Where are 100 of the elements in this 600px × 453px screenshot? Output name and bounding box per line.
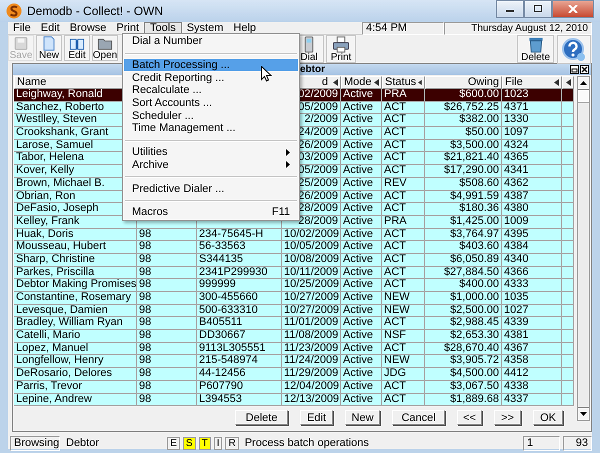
- table-cell: Active: [343, 317, 373, 328]
- table-cell: 1035: [504, 292, 528, 303]
- table-cell: 28/2009: [298, 203, 338, 214]
- table-cell: L394553: [199, 394, 242, 404]
- table-cell: Active: [343, 190, 373, 202]
- table-cell: NEW: [384, 292, 410, 303]
- table-cell: $3,500.00: [450, 140, 499, 151]
- table-cell: 4340: [504, 254, 528, 265]
- table-cell: Lopez, Manuel: [16, 342, 88, 354]
- table-cell: $1,889.68: [450, 394, 499, 404]
- table-cell: PRA: [384, 89, 407, 100]
- table-cell: 98: [139, 266, 152, 278]
- table-cell: 56-33563: [199, 241, 246, 252]
- table-cell: Leighway, Ronald: [16, 89, 103, 100]
- table-cell: Kelley, Frank: [16, 216, 80, 227]
- record-number: 1: [522, 436, 560, 451]
- table-cell: 500-633310: [199, 304, 258, 316]
- table-cell: Active: [343, 355, 373, 366]
- table-cell: JDG: [384, 368, 406, 380]
- table-cell: Active: [343, 266, 373, 278]
- table-cell: $2,653.30: [450, 330, 499, 342]
- table-cell: ACT: [384, 241, 406, 252]
- table-cell: Active: [343, 178, 373, 189]
- table-cell: 4365: [504, 152, 528, 164]
- table-cell: 4337: [504, 394, 528, 404]
- table-cell: ACT: [384, 152, 406, 164]
- table-cell: Catelli, Mario: [16, 330, 80, 342]
- status-flag: E: [167, 436, 180, 450]
- table-cell: 300-455660: [199, 292, 258, 303]
- table-cell: 98: [139, 355, 152, 366]
- table-cell: 98: [139, 380, 152, 392]
- table-cell: ACT: [384, 127, 406, 138]
- table-cell: Active: [343, 165, 373, 176]
- table-cell: 11/08/2009: [284, 330, 338, 342]
- table-cell: ACT: [384, 228, 406, 240]
- table-cell: Active: [343, 140, 373, 151]
- table-cell: 26/2009: [298, 140, 338, 151]
- table-cell: 12/13/2009: [284, 394, 340, 404]
- table-cell: $27,884.50: [444, 266, 499, 278]
- clock-time: 4:54 PM: [362, 22, 444, 34]
- record-count: 93: [562, 436, 592, 451]
- table-cell: ACT: [384, 380, 406, 392]
- table-cell: 10/11/2009: [284, 266, 338, 278]
- table-cell: Active: [343, 216, 373, 227]
- table-cell: $180.36: [459, 203, 499, 214]
- table-cell: 1023: [504, 89, 528, 100]
- table-cell: $382.00: [459, 114, 499, 126]
- table-cell: ACT: [384, 317, 406, 328]
- table-cell: ACT: [384, 102, 406, 113]
- table-cell: $21,821.40: [444, 152, 499, 164]
- table-cell: 98: [139, 279, 152, 290]
- table-cell: 4339: [504, 317, 528, 328]
- table-cell: $50.00: [465, 127, 499, 138]
- table-cell: $1,000.00: [450, 292, 499, 303]
- table-cell: S344135: [199, 254, 244, 265]
- table-cell: Obrian, Ron: [16, 190, 76, 202]
- table-cell: Active: [343, 203, 373, 214]
- table-cell: 10/27/2009: [284, 292, 340, 303]
- table-cell: 11/29/2009: [284, 368, 338, 380]
- table-cell: 2341P299930: [199, 266, 268, 278]
- table-cell: NSF: [384, 330, 406, 342]
- table-cell: $6,050.89: [450, 254, 499, 265]
- table-cell: $2,988.45: [450, 317, 499, 328]
- table-cell: Constantine, Rosemary: [16, 292, 131, 303]
- table-cell: Kover, Kelly: [16, 165, 74, 176]
- table-cell: 26/2009: [298, 190, 338, 202]
- table-cell: ACT: [384, 342, 406, 354]
- table-cell: 1330: [504, 114, 528, 126]
- table-cell: Sanchez, Roberto: [16, 102, 104, 113]
- table-cell: Lepine, Andrew: [16, 394, 92, 404]
- table-cell: Active: [343, 279, 373, 290]
- table-cell: $400.00: [459, 279, 499, 290]
- table-cell: Active: [343, 89, 373, 100]
- table-cell: ACT: [384, 394, 406, 404]
- status-flag: I: [214, 436, 222, 450]
- table-cell: 4381: [504, 330, 528, 342]
- table-cell: DeFasio, Joseph: [16, 203, 99, 214]
- table-cell: 1027: [504, 304, 528, 316]
- table-cell: Bradley, William Ryan: [16, 317, 123, 328]
- table-cell: Active: [343, 292, 373, 303]
- table-cell: 98: [139, 292, 152, 303]
- table-cell: ACT: [384, 114, 406, 126]
- table-cell: 4367: [504, 342, 528, 354]
- table-cell: 98: [139, 228, 152, 240]
- table-cell: Brown, Michael B.: [16, 178, 105, 189]
- table-cell: Active: [343, 152, 373, 164]
- table-cell: 98: [139, 330, 152, 342]
- status-flag: S: [182, 436, 196, 450]
- table-cell: 4395: [504, 228, 528, 240]
- table-cell: $3,067.50: [450, 380, 499, 392]
- table-cell: B405511: [199, 317, 242, 328]
- table-cell: $4,991.59: [450, 190, 499, 202]
- table-cell: Huak, Doris: [16, 228, 74, 240]
- table-cell: ACT: [384, 254, 406, 265]
- table-cell: $600.00: [459, 89, 499, 100]
- table-cell: Active: [343, 380, 373, 392]
- window-title: Demodb - Collect! - OWN: [27, 4, 164, 18]
- status-flag: T: [198, 436, 211, 450]
- record-window-title: ebtor: [300, 64, 325, 74]
- table-cell: 98: [139, 254, 152, 265]
